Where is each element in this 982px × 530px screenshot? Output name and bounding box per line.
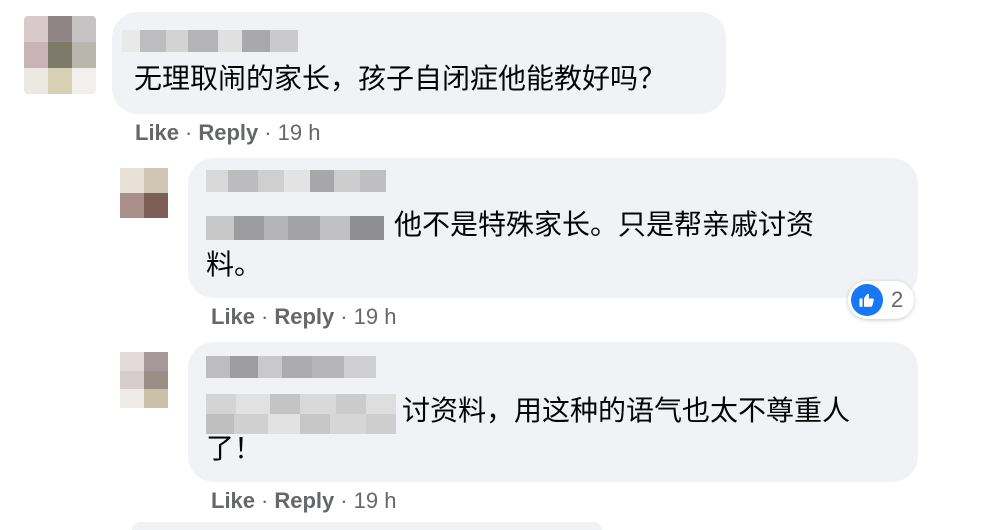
like-button[interactable]: Like [211,304,255,329]
comment-bubble: 讨资料，用这种的语气也太不尊重人 了！ [188,342,918,482]
commenter-name-blurred[interactable] [206,356,376,378]
comment-text-continued: 料。 [206,248,263,281]
comment-bubble: 他不是特殊家长。只是帮亲戚讨资 料。 [188,158,918,298]
reply-button[interactable]: Reply [198,120,258,145]
reply-button[interactable]: Reply [274,304,334,329]
timestamp[interactable]: 19 h [354,304,397,329]
comment-text: 他不是特殊家长。只是帮亲戚讨资 [394,208,815,241]
avatar[interactable] [24,16,96,94]
timestamp[interactable]: 19 h [278,120,321,145]
commenter-name-blurred-line2 [206,216,384,240]
like-button[interactable]: Like [135,120,179,145]
comment-actions: Like · Reply · 19 h [211,488,397,513]
reaction-summary[interactable]: 2 [848,281,914,319]
comment-text-continued: 了！ [206,432,263,465]
like-button[interactable]: Like [211,488,255,513]
timestamp[interactable]: 19 h [354,488,397,513]
thumbs-up-icon [851,284,883,316]
comment-actions: Like · Reply · 19 h [135,120,321,145]
comment-text: 讨资料，用这种的语气也太不尊重人 [402,394,851,427]
commenter-name-blurred[interactable] [206,170,386,192]
commenter-name-blurred-line2 [206,394,396,434]
reply-button[interactable]: Reply [274,488,334,513]
next-comment-bubble-edge [132,522,602,530]
avatar[interactable] [120,352,168,408]
commenter-name-blurred[interactable] [122,30,298,52]
reaction-count: 2 [891,287,904,312]
comment-text: 无理取闹的家长，孩子自闭症他能教好吗？ [134,62,667,95]
avatar[interactable] [120,168,168,218]
comment-bubble: 无理取闹的家长，孩子自闭症他能教好吗？ [112,12,726,114]
comment-actions: Like · Reply · 19 h [211,304,397,329]
